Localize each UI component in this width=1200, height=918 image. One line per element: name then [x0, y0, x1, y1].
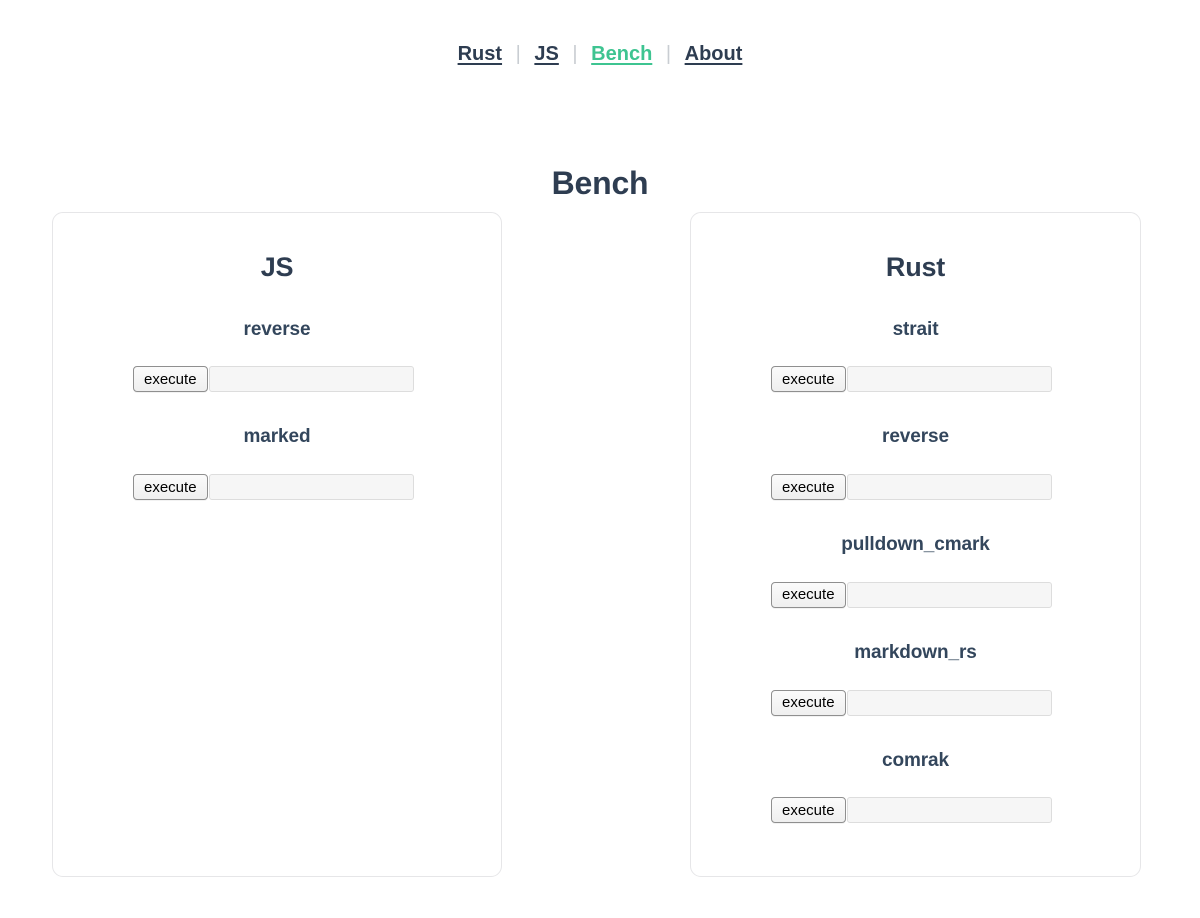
main-navigation: Rust | JS | Bench | About [0, 44, 1200, 64]
nav-link-bench[interactable]: Bench [590, 43, 653, 65]
bench-section-pulldown-cmark: pulldown_cmark execute [691, 533, 1140, 608]
bench-section-markdown-rs: markdown_rs execute [691, 641, 1140, 716]
execute-button[interactable]: execute [771, 797, 846, 824]
bench-controls-row: execute [691, 797, 1140, 824]
execute-button[interactable]: execute [133, 474, 208, 501]
bench-section-title: reverse [243, 318, 311, 340]
page-title: Bench [551, 165, 649, 202]
bench-section-strait: strait execute [691, 318, 1140, 393]
result-input[interactable] [208, 366, 414, 393]
bench-section-title: pulldown_cmark [841, 534, 990, 556]
bench-section-title: comrak [882, 749, 949, 771]
card-title-rust: Rust [885, 252, 946, 282]
bench-controls-row: execute [691, 581, 1140, 608]
nav-link-about[interactable]: About [684, 43, 744, 65]
result-input[interactable] [846, 366, 1052, 393]
bench-controls-row: execute [53, 474, 501, 501]
bench-section-reverse: reverse execute [691, 425, 1140, 501]
nav-separator: | [572, 43, 578, 65]
card-title-js: JS [260, 252, 294, 282]
result-input[interactable] [846, 581, 1052, 608]
bench-controls-row: execute [53, 366, 501, 393]
result-input[interactable] [846, 689, 1052, 716]
bench-controls-row: execute [691, 474, 1140, 501]
bench-controls-row: execute [691, 689, 1140, 716]
execute-button[interactable]: execute [771, 581, 846, 608]
bench-section-title: markdown_rs [854, 641, 977, 663]
card-js: JS reverse execute marked execute [52, 212, 502, 877]
page-root: Rust | JS | Bench | About Bench JS rever… [0, 0, 1200, 918]
bench-controls-row: execute [691, 366, 1140, 393]
nav-separator: | [515, 43, 521, 65]
bench-section-title: reverse [882, 426, 949, 448]
nav-separator: | [665, 43, 672, 65]
result-input[interactable] [846, 797, 1052, 824]
result-input[interactable] [846, 474, 1052, 501]
nav-link-rust[interactable]: Rust [457, 43, 503, 65]
bench-section-marked: marked execute [53, 425, 501, 501]
card-rust: Rust strait execute reverse execute pull… [690, 212, 1141, 877]
execute-button[interactable]: execute [133, 366, 208, 393]
result-input[interactable] [208, 474, 414, 501]
bench-section-comrak: comrak execute [691, 749, 1140, 824]
nav-link-js[interactable]: JS [533, 43, 559, 65]
execute-button[interactable]: execute [771, 689, 846, 716]
bench-section-title: strait [892, 318, 939, 340]
bench-section-reverse: reverse execute [53, 318, 501, 393]
bench-section-title: marked [243, 426, 311, 448]
execute-button[interactable]: execute [771, 474, 846, 501]
execute-button[interactable]: execute [771, 366, 846, 393]
